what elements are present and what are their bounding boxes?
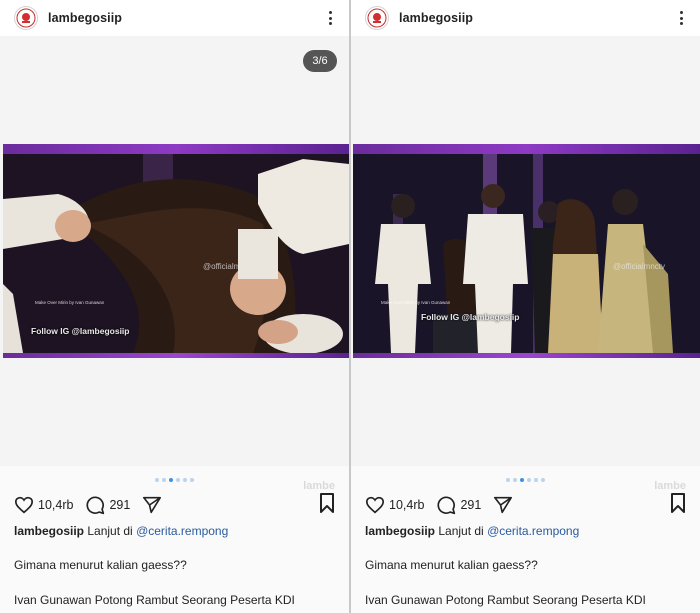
video-bottom-border (3, 353, 349, 358)
carousel-dot (176, 478, 180, 482)
heart-icon (365, 496, 385, 514)
post-caption: lambegosiip Lanjut di @cerita.rempong (14, 524, 339, 538)
carousel-dot (162, 478, 166, 482)
carousel-dot-active (169, 478, 173, 482)
post-header: lambegosiip (351, 0, 700, 36)
carousel-dot (541, 478, 545, 482)
post-media[interactable]: 3/6 @officialmnctv Make Over Mirin by Iv… (0, 36, 349, 492)
caption-mention-link[interactable]: @cerita.rempong (487, 524, 579, 538)
like-count: 10,4rb (38, 498, 74, 512)
carousel-dot (527, 478, 531, 482)
avatar[interactable] (14, 6, 38, 30)
like-count: 10,4rb (389, 498, 425, 512)
caption-line-headline: Ivan Gunawan Potong Rambut Seorang Peser… (14, 593, 295, 607)
video-bottom-border (353, 353, 700, 358)
heart-icon (14, 496, 34, 514)
video-top-border (3, 144, 349, 154)
comment-icon (86, 496, 105, 515)
carousel-dot (190, 478, 194, 482)
share-button[interactable] (493, 496, 513, 514)
like-button[interactable]: 10,4rb (14, 496, 73, 514)
carousel-dot (155, 478, 159, 482)
caption-line-question: Gimana menurut kalian gaess?? (365, 558, 538, 572)
video-scene: @officialmnctv Make Over Mirin by Ivan G… (3, 154, 349, 354)
hair-cutting-scene-image (3, 154, 349, 354)
stage-group-scene-image (353, 154, 700, 354)
post-header: lambegosiip (0, 0, 349, 36)
post-actions: 10,4rb 291 (14, 492, 335, 518)
comment-button[interactable]: 291 (85, 495, 130, 515)
post-media[interactable]: @officialmnctv Make Over Mirin by Ivan G… (351, 36, 700, 492)
video-scene: @officialmnctv Make Over Mirin by Ivan G… (353, 154, 700, 354)
caption-username[interactable]: lambegosiip (14, 524, 84, 538)
follow-overlay-text: Follow IG @lambegosiip (31, 326, 130, 336)
comment-count: 291 (109, 498, 131, 512)
comment-count: 291 (460, 498, 482, 512)
send-icon (494, 496, 513, 514)
carousel-indicator (351, 478, 700, 482)
bookmark-icon (671, 492, 685, 513)
like-button[interactable]: 10,4rb (365, 496, 424, 514)
carousel-dot (506, 478, 510, 482)
post-caption: lambegosiip Lanjut di @cerita.rempong (365, 524, 690, 538)
slide-counter: 3/6 (303, 50, 337, 72)
post-username[interactable]: lambegosiip (48, 11, 122, 25)
profile-logo-icon (367, 8, 387, 28)
caption-line-question: Gimana menurut kalian gaess?? (14, 558, 187, 572)
more-vertical-icon[interactable] (674, 8, 688, 28)
post-username[interactable]: lambegosiip (399, 11, 473, 25)
carousel-dot (183, 478, 187, 482)
caption-mention-link[interactable]: @cerita.rempong (136, 524, 228, 538)
avatar[interactable] (365, 6, 389, 30)
share-button[interactable] (142, 496, 162, 514)
carousel-indicator (0, 478, 349, 482)
follow-overlay-text: Follow IG @lambegosiip (421, 312, 520, 322)
carousel-dot (513, 478, 517, 482)
show-watermark: Make Over Mirin by Ivan Gunawan (35, 300, 105, 305)
caption-line-headline: Ivan Gunawan Potong Rambut Seorang Peser… (365, 593, 646, 607)
save-button[interactable] (670, 492, 686, 518)
video-watermark: @officialmnctv (203, 262, 255, 271)
comment-icon (437, 496, 456, 515)
carousel-dot-active (520, 478, 524, 482)
video-watermark: @officialmnctv (613, 262, 665, 271)
bookmark-icon (320, 492, 334, 513)
carousel-dot (534, 478, 538, 482)
more-vertical-icon[interactable] (323, 8, 337, 28)
screenshot-collage: lambegosiip 3/6 @officialmnctv Make Over… (0, 0, 700, 613)
video-frame: @officialmnctv Make Over Mirin by Ivan G… (353, 144, 700, 358)
caption-text: Lanjut di (435, 524, 488, 538)
comment-button[interactable]: 291 (436, 495, 481, 515)
profile-logo-icon (16, 8, 36, 28)
instagram-post-right: lambegosiip @officialmnctv Make Over Mir… (351, 0, 700, 613)
instagram-post-left: lambegosiip 3/6 @officialmnctv Make Over… (0, 0, 349, 613)
post-actions: 10,4rb 291 (365, 492, 686, 518)
video-frame: @officialmnctv Make Over Mirin by Ivan G… (3, 144, 349, 358)
send-icon (143, 496, 162, 514)
video-top-border (353, 144, 700, 154)
caption-username[interactable]: lambegosiip (365, 524, 435, 538)
save-button[interactable] (319, 492, 335, 518)
caption-text: Lanjut di (84, 524, 137, 538)
show-watermark: Make Over Mirin by Ivan Gunawan (381, 300, 451, 305)
